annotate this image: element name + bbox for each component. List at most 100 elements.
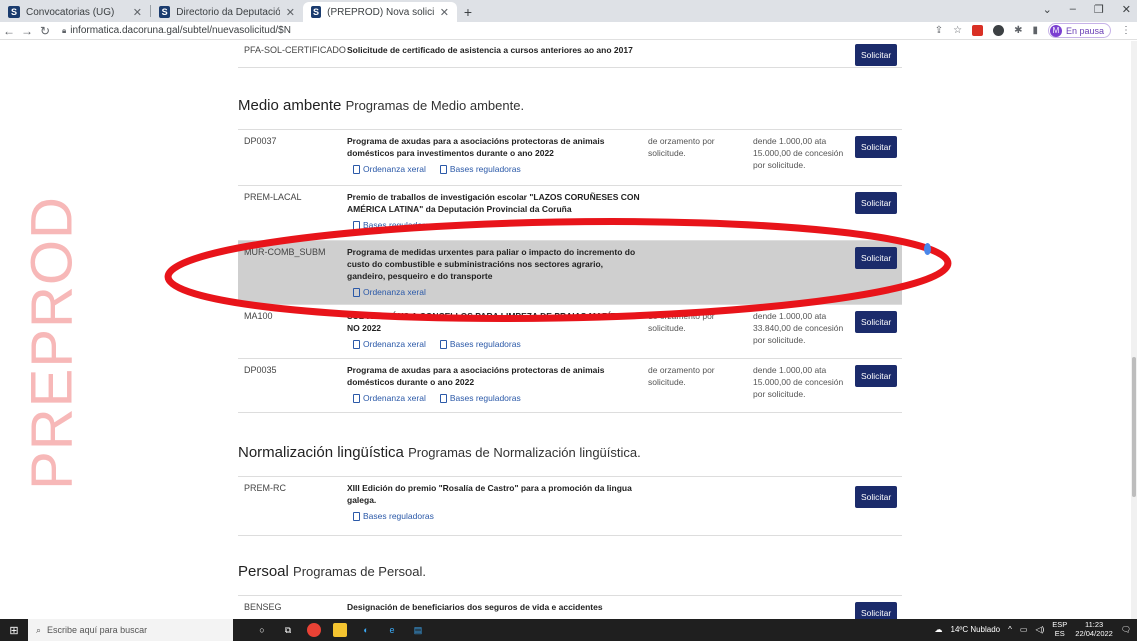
tab-title: Directorio da Deputación bbox=[176, 6, 280, 18]
reload-icon[interactable]: ↻ bbox=[36, 24, 54, 38]
program-description: Programa de medidas urxentes para paliar… bbox=[347, 247, 636, 299]
program-code: MUR-COMB_SUBM bbox=[244, 247, 326, 257]
chrome-icon[interactable] bbox=[307, 623, 321, 637]
document-icon bbox=[353, 288, 360, 298]
solicitar-button[interactable]: Solicitar bbox=[855, 44, 898, 66]
document-icon bbox=[353, 394, 360, 404]
document-icon bbox=[439, 394, 447, 404]
tab-convocatorias[interactable]: S Convocatorias (UG) ✕ bbox=[0, 2, 150, 22]
grant-range: dende 1.000,00 ata 33.840,00 de concesió… bbox=[753, 311, 844, 345]
cursor-marker bbox=[924, 243, 931, 255]
extension-icon[interactable] bbox=[993, 25, 1005, 36]
chevron-down-icon[interactable]: ⌄ bbox=[1043, 3, 1052, 16]
table-row-highlighted: MUR-COMB_SUBM Programa de medidas urxent… bbox=[238, 240, 902, 304]
address-bar[interactable]: 🔒︎ informatica.dacoruna.gal/subtel/nueva… bbox=[62, 25, 291, 36]
bases-link[interactable]: Bases reguladoras bbox=[439, 339, 521, 351]
section-subtitle: Programas de Medio ambente. bbox=[345, 98, 525, 113]
table-row: BENSEG Designación de beneficiarios dos … bbox=[238, 595, 902, 619]
ordenanza-link[interactable]: Ordenanza xeral bbox=[353, 164, 426, 176]
section-normalizacion: Normalización lingüística Programas de N… bbox=[238, 444, 641, 461]
close-icon[interactable]: ✕ bbox=[286, 6, 295, 19]
close-icon[interactable]: ✕ bbox=[440, 6, 449, 19]
page-viewport: PREPROD PFA-SOL-CERTIFICADO Solicitude d… bbox=[0, 41, 1137, 619]
back-icon[interactable]: ← bbox=[0, 24, 18, 38]
bases-link[interactable]: Bases reguladoras bbox=[353, 511, 434, 523]
profile-button[interactable]: M En pausa bbox=[1047, 23, 1111, 38]
menu-icon[interactable]: ⋮ bbox=[1121, 25, 1131, 36]
search-placeholder: Escribe aquí para buscar bbox=[47, 625, 148, 635]
chevron-up-icon[interactable]: ^ bbox=[1008, 625, 1012, 634]
cortana-icon[interactable]: ○ bbox=[255, 623, 269, 637]
forward-icon[interactable]: → bbox=[18, 24, 36, 38]
document-icon bbox=[439, 340, 447, 350]
grant-range: dende 1.000,00 ata 15.000,00 de concesió… bbox=[753, 365, 844, 399]
task-view-icon[interactable]: ⧉ bbox=[281, 623, 295, 637]
table-row: PREM-LACAL Premio de traballos de invest… bbox=[238, 185, 902, 240]
browser-toolbar: ← → ↻ 🔒︎ informatica.dacoruna.gal/subtel… bbox=[0, 22, 1137, 40]
ordenanza-link[interactable]: Ordenanza xeral bbox=[353, 287, 426, 299]
tab-directorio[interactable]: S Directorio da Deputación ✕ bbox=[151, 2, 303, 22]
program-description: Programa de axudas para a asociacións pr… bbox=[347, 136, 605, 176]
section-title: Medio ambente bbox=[238, 97, 342, 114]
internet-explorer-icon[interactable]: e bbox=[385, 623, 399, 637]
solicitar-button[interactable]: Solicitar bbox=[855, 602, 898, 619]
extensions-bar: ⇪ ☆ ✱ ▮ M En pausa ⋮ bbox=[935, 23, 1131, 38]
clock[interactable]: 11:23 22/04/2022 bbox=[1075, 620, 1113, 638]
program-code: PFA-SOL-CERTIFICADO bbox=[244, 45, 346, 55]
tab-title: (PREPROD) Nova solicitude bbox=[327, 6, 434, 18]
program-code: DP0035 bbox=[244, 365, 277, 375]
solicitar-button[interactable]: Solicitar bbox=[855, 365, 898, 387]
section-title: Normalización lingüística bbox=[238, 444, 404, 461]
weather-text[interactable]: 14ºC Nublado bbox=[951, 625, 1001, 634]
program-description: Designación de beneficiarios dos seguros… bbox=[347, 602, 603, 612]
pdf-extension-icon[interactable] bbox=[972, 25, 984, 36]
program-code: DP0037 bbox=[244, 136, 277, 146]
cloud-icon: ☁ bbox=[934, 625, 943, 635]
new-tab-button[interactable]: + bbox=[457, 2, 479, 22]
volume-icon[interactable]: ◁) bbox=[1035, 625, 1044, 634]
puzzle-icon[interactable]: ✱ bbox=[1014, 25, 1022, 36]
tab-nova-solicitude[interactable]: S (PREPROD) Nova solicitude ✕ bbox=[303, 2, 457, 22]
section-persoal: Persoal Programas de Persoal. bbox=[238, 563, 426, 580]
page-scrollbar[interactable] bbox=[1131, 41, 1137, 619]
ordenanza-link[interactable]: Ordenanza xeral bbox=[353, 393, 426, 405]
share-icon[interactable]: ⇪ bbox=[935, 25, 943, 36]
edge-icon[interactable]: ◐ bbox=[359, 623, 373, 637]
sidebar-icon[interactable]: ▮ bbox=[1032, 25, 1038, 36]
bases-link[interactable]: Bases reguladoras bbox=[353, 220, 434, 232]
solicitar-button[interactable]: Solicitar bbox=[855, 247, 898, 269]
window-controls: ⌄ – ❐ ✕ bbox=[1043, 3, 1131, 16]
network-icon[interactable]: ▭ bbox=[1020, 625, 1028, 634]
program-code: BENSEG bbox=[244, 602, 282, 612]
budget-text: de orzamento por solicitude. bbox=[648, 136, 715, 158]
bases-link[interactable]: Bases reguladoras bbox=[439, 393, 521, 405]
minimize-icon[interactable]: – bbox=[1070, 3, 1076, 16]
windows-start-icon[interactable]: ⊞ bbox=[0, 624, 28, 637]
file-explorer-icon[interactable] bbox=[333, 623, 347, 637]
program-code: PREM-RC bbox=[244, 483, 286, 493]
avatar: M bbox=[1049, 24, 1062, 37]
notifications-icon[interactable]: 🗨︎ bbox=[1121, 625, 1131, 634]
close-window-icon[interactable]: ✕ bbox=[1122, 3, 1131, 16]
scroll-thumb[interactable] bbox=[1132, 357, 1136, 497]
taskbar: ⊞ ⌕ Escribe aquí para buscar ○ ⧉ ◐ e ▤ ☁… bbox=[0, 619, 1137, 641]
solicitar-button[interactable]: Solicitar bbox=[855, 192, 898, 214]
table-row: DP0035 Programa de axudas para a asociac… bbox=[238, 358, 902, 413]
tab-title: Convocatorias (UG) bbox=[26, 6, 115, 18]
taskbar-search[interactable]: ⌕ Escribe aquí para buscar bbox=[28, 619, 233, 641]
close-icon[interactable]: ✕ bbox=[133, 6, 142, 19]
site-favicon-icon: S bbox=[8, 6, 20, 18]
star-icon[interactable]: ☆ bbox=[953, 25, 962, 36]
maximize-icon[interactable]: ❐ bbox=[1094, 3, 1104, 16]
document-app-icon[interactable]: ▤ bbox=[411, 623, 425, 637]
language-indicator[interactable]: ESP ES bbox=[1052, 620, 1067, 638]
search-icon: ⌕ bbox=[36, 624, 42, 635]
ordenanza-link[interactable]: Ordenanza xeral bbox=[353, 339, 426, 351]
solicitar-button[interactable]: Solicitar bbox=[855, 486, 898, 508]
preprod-watermark: PREPROD bbox=[19, 196, 85, 490]
solicitar-button[interactable]: Solicitar bbox=[855, 311, 898, 333]
document-icon bbox=[439, 165, 447, 175]
bases-link[interactable]: Bases reguladoras bbox=[439, 164, 521, 176]
solicitar-button[interactable]: Solicitar bbox=[855, 136, 898, 158]
table-row: DP0037 Programa de axudas para a asociac… bbox=[238, 129, 902, 185]
